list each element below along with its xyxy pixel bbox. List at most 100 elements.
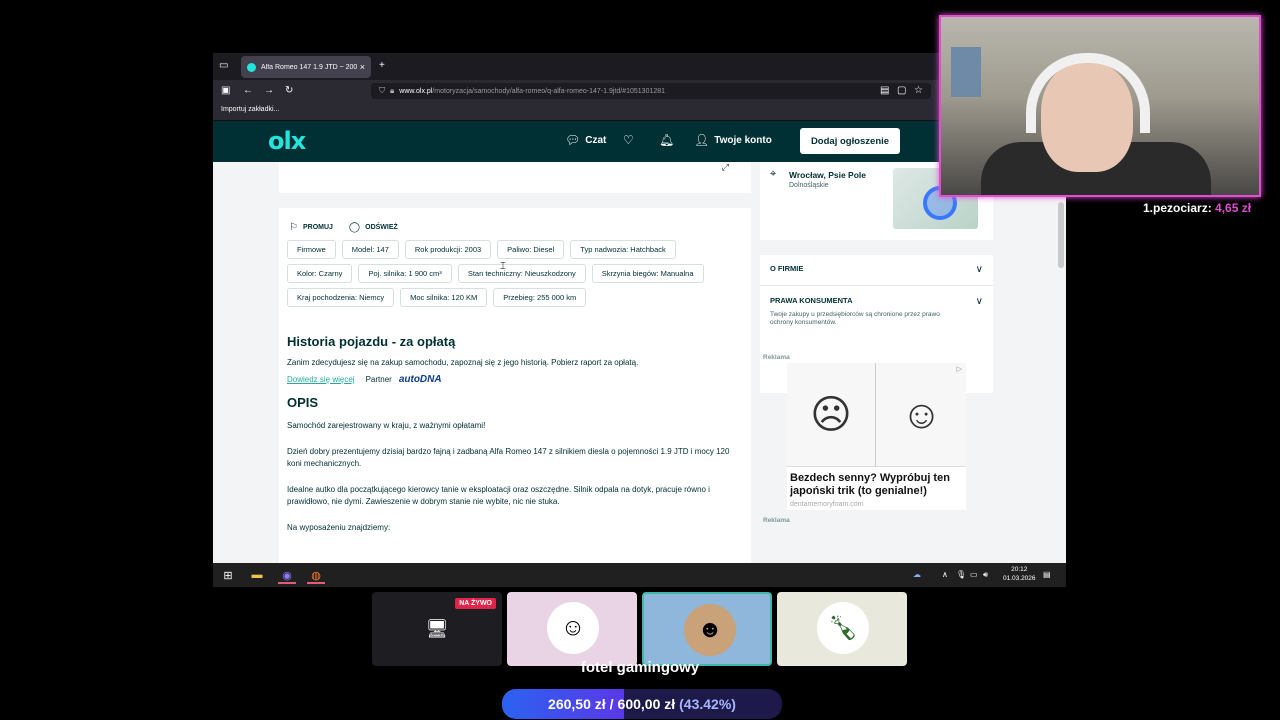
bell-icon: 🔔︎: [659, 133, 675, 147]
partner-label: Partner: [365, 375, 392, 384]
reload-icon[interactable]: ↻: [285, 85, 293, 97]
webcam-background: [951, 47, 981, 97]
description-paragraph: Na wyposażeniu znajdziemy:: [287, 523, 391, 532]
network-icon[interactable]: ▭: [970, 570, 978, 579]
new-tab-button[interactable]: +: [379, 60, 385, 72]
tray-expand-icon[interactable]: ∧: [942, 570, 948, 579]
donation-goal-bar: 260,50 zł / 600,00 zł (43.42%): [502, 689, 782, 719]
thumbnail-beach: ☻: [642, 592, 772, 666]
ad-choices-icon[interactable]: ▷: [957, 365, 962, 373]
url-bar[interactable]: ⛉ 🔒︎ www.olx.pl/motoryzacja/samochody/al…: [371, 83, 931, 99]
ad-image: ☹ ☺ ▷: [787, 363, 966, 467]
history-title: Historia pojazdu - za opłatą: [287, 334, 456, 349]
page-scrollbar[interactable]: [1056, 162, 1066, 563]
ad-label: Reklama: [763, 354, 790, 361]
reader-view-icon[interactable]: ▤: [880, 85, 889, 97]
promote-button[interactable]: ⚐ PROMUJ: [289, 222, 333, 233]
lock-icon[interactable]: 🔒︎: [390, 86, 394, 96]
goal-current: 260,50 zł: [548, 696, 606, 712]
url-text: www.olx.pl/motoryzacja/samochody/alfa-ro…: [399, 87, 666, 95]
listing-actions: ⚐ PROMUJ ◯ ODŚWIEŻ: [289, 222, 743, 233]
headphones-icon: [1026, 53, 1150, 133]
monitor-icon: 🖥︎: [425, 618, 449, 639]
refresh-button[interactable]: ◯ ODŚWIEŻ: [349, 222, 398, 233]
top-donor: 1.pezociarz: 4,65 zł: [1143, 201, 1251, 215]
tag-engine-size: Poj. silnika: 1 900 cm³: [358, 264, 452, 283]
goal-separator: /: [609, 696, 614, 712]
tag-mileage: Przebieg: 255 000 km: [493, 288, 587, 307]
ad-title: Bezdech senny? Wypróbuj ten japoński tri…: [790, 472, 950, 497]
tag-condition: Stan techniczny: Nieuszkodzony: [457, 264, 586, 283]
account-link[interactable]: 👤︎ Twoje konto: [694, 133, 772, 147]
taskbar-clock[interactable]: 20:12 01.03.2026: [1003, 565, 1036, 583]
tab-title: Alfa Romeo 147 1.9 JTD ~ 2003: [261, 63, 357, 71]
consumer-rights-text: Twoje zakupy u przedsiębiorców są chroni…: [770, 311, 940, 326]
screenshot-icon[interactable]: ▢: [897, 85, 906, 97]
about-company-toggle[interactable]: O FIRMIE ∨: [770, 264, 983, 275]
olx-logo[interactable]: olx: [268, 127, 306, 155]
forward-icon[interactable]: →: [264, 85, 274, 97]
advertisement[interactable]: ☹ ☺ ▷ Bezdech senny? Wypróbuj ten japońs…: [787, 363, 966, 510]
chevron-down-icon: ∨: [975, 264, 983, 275]
refresh-icon: ◯: [348, 222, 361, 233]
tag-color: Kolor: Czarny: [287, 264, 353, 283]
import-bookmarks-link[interactable]: Importuj zakładki...: [221, 106, 279, 113]
goal-percent: (43.42%): [679, 696, 736, 712]
windows-start-icon[interactable]: ⊞: [216, 566, 240, 584]
tab-list-icon[interactable]: ▭: [219, 60, 228, 72]
goal-title: fotel gamingowy: [580, 659, 700, 676]
bookmark-star-icon[interactable]: ☆: [914, 85, 923, 97]
shield-icon[interactable]: ⛉: [379, 86, 385, 96]
favorites-link[interactable]: ♡: [623, 133, 639, 147]
notifications-link[interactable]: 🔔︎: [659, 133, 679, 147]
chat-link[interactable]: 💬︎ Czat: [565, 133, 606, 147]
clock-time: 20:12: [1011, 566, 1028, 573]
windows-taskbar: ⊞ ▬ ◉ ◍ ☁ ∧ 🎙︎ ▭ 🔊︎ 20:12 01.03.2026 ▤: [213, 563, 1066, 587]
tag-power: Moc silnika: 120 KM: [400, 288, 488, 307]
chrome-icon[interactable]: ◉: [275, 566, 299, 584]
gallery-card: ⤢: [279, 162, 751, 193]
file-explorer-icon[interactable]: ▬: [245, 566, 269, 584]
person-photo-icon: ☻: [684, 604, 736, 656]
chat-label: Czat: [585, 134, 607, 146]
consumer-rights-toggle[interactable]: PRAWA KONSUMENTA ∨: [770, 296, 983, 307]
back-icon[interactable]: ←: [243, 85, 253, 97]
divider: [760, 285, 993, 286]
beer-bottle-icon: 🍾︎: [817, 602, 869, 654]
about-company-label: O FIRMIE: [770, 264, 804, 273]
autodna-logo: autoDNA: [398, 374, 442, 385]
description-paragraph: Samochód zarejestrowany w kraju, z ważny…: [287, 421, 486, 430]
microphone-icon[interactable]: 🎙︎: [956, 570, 966, 579]
location-region: Dolnośląskie: [789, 182, 829, 189]
donor-name: 1.pezociarz:: [1143, 201, 1212, 215]
location-city: Wrocław, Psie Pole: [789, 170, 867, 180]
donor-amount: 4,65 zł: [1215, 201, 1252, 215]
thumbnail-bottle: 🍾︎: [777, 592, 907, 666]
learn-more-link[interactable]: Dowiedz się więcej: [287, 375, 355, 384]
close-tab-icon[interactable]: ×: [360, 62, 365, 72]
ad-url: dentamemoryfoam.com: [790, 501, 864, 508]
tag-year: Rok produkcji: 2003: [404, 240, 492, 259]
weather-icon[interactable]: ☁: [913, 570, 921, 579]
consumer-rights-label: PRAWA KONSUMENTA: [770, 296, 853, 305]
notifications-icon[interactable]: ▤: [1043, 570, 1051, 579]
expand-icon[interactable]: ⤢: [722, 162, 729, 173]
scroll-thumb[interactable]: [1058, 202, 1064, 268]
bookmark-icon: ⚐: [289, 222, 298, 233]
account-label: Twoje konto: [714, 134, 772, 146]
add-listing-button[interactable]: Dodaj ogłoszenie: [800, 128, 900, 154]
refresh-label: ODŚWIEŻ: [365, 224, 398, 231]
tag-body: Typ nadwozia: Hatchback: [570, 240, 676, 259]
tag-seller-type: Firmowe: [287, 240, 336, 259]
parameter-tags: Firmowe Model: 147 Rok produkcji: 2003 P…: [287, 240, 737, 307]
firefox-icon[interactable]: ◍: [304, 566, 328, 584]
volume-icon[interactable]: 🔊︎: [983, 570, 988, 580]
goal-target: 600,00 zł: [617, 696, 676, 712]
sidebar-toggle-icon[interactable]: ▣: [221, 85, 230, 97]
olx-favicon-icon: [247, 62, 256, 72]
tab-olx[interactable]: Alfa Romeo 147 1.9 JTD ~ 2003 ×: [241, 56, 371, 78]
live-badge: NA ŻYWO: [455, 598, 496, 609]
goal-text: 260,50 zł / 600,00 zł (43.42%): [502, 689, 782, 719]
description: Samochód zarejestrowany w kraju, z ważny…: [287, 420, 737, 534]
sleeping-person-icon: ☹: [787, 363, 876, 467]
